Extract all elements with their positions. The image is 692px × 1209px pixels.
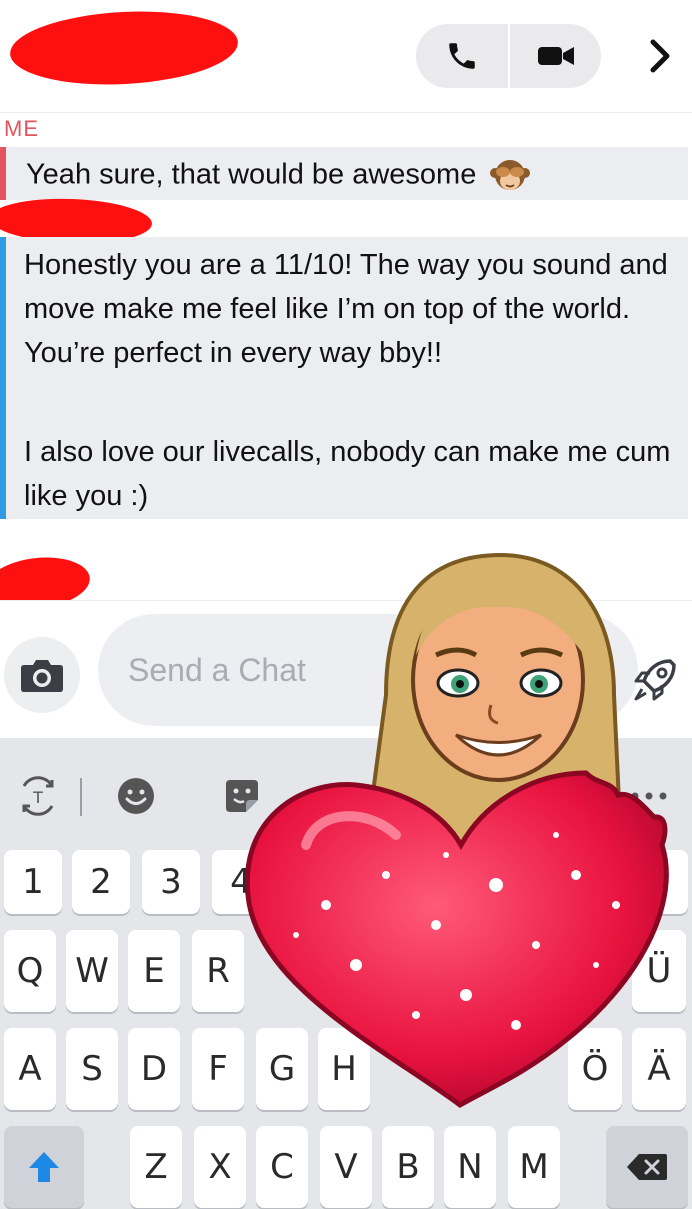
message-text: Honestly you are a 11/10! The way you so… — [24, 249, 668, 369]
backspace-icon — [627, 1154, 667, 1180]
key-1[interactable]: 1 — [4, 850, 62, 914]
shift-arrow-icon — [29, 1152, 59, 1182]
key-s[interactable]: S — [66, 1028, 118, 1110]
key-m[interactable]: M — [508, 1126, 560, 1208]
sticker-overlay — [244, 552, 669, 1108]
shift-key[interactable] — [4, 1126, 84, 1208]
key-x[interactable]: X — [194, 1126, 246, 1208]
key-3[interactable]: 3 — [142, 850, 200, 914]
emoji-button[interactable] — [114, 776, 158, 816]
key-n[interactable]: N — [444, 1126, 496, 1208]
translate-icon: T — [22, 776, 54, 816]
translate-button[interactable]: T — [14, 776, 62, 816]
key-a[interactable]: A — [4, 1028, 56, 1110]
smiley-icon — [118, 778, 154, 814]
key-b[interactable]: B — [382, 1126, 434, 1208]
key-z[interactable]: Z — [130, 1126, 182, 1208]
key-e[interactable]: E — [128, 930, 180, 1012]
toolbar-separator — [80, 778, 82, 816]
backspace-key[interactable] — [606, 1126, 688, 1208]
key-d[interactable]: D — [128, 1028, 180, 1110]
message-text: I also love our livecalls, nobody can ma… — [24, 436, 671, 512]
key-w[interactable]: W — [66, 930, 118, 1012]
key-2[interactable]: 2 — [72, 850, 130, 914]
svg-text:T: T — [32, 788, 43, 807]
key-q[interactable]: Q — [4, 930, 56, 1012]
key-v[interactable]: V — [320, 1126, 372, 1208]
camera-button[interactable] — [4, 637, 80, 713]
key-c[interactable]: C — [256, 1126, 308, 1208]
camera-icon — [21, 660, 63, 692]
